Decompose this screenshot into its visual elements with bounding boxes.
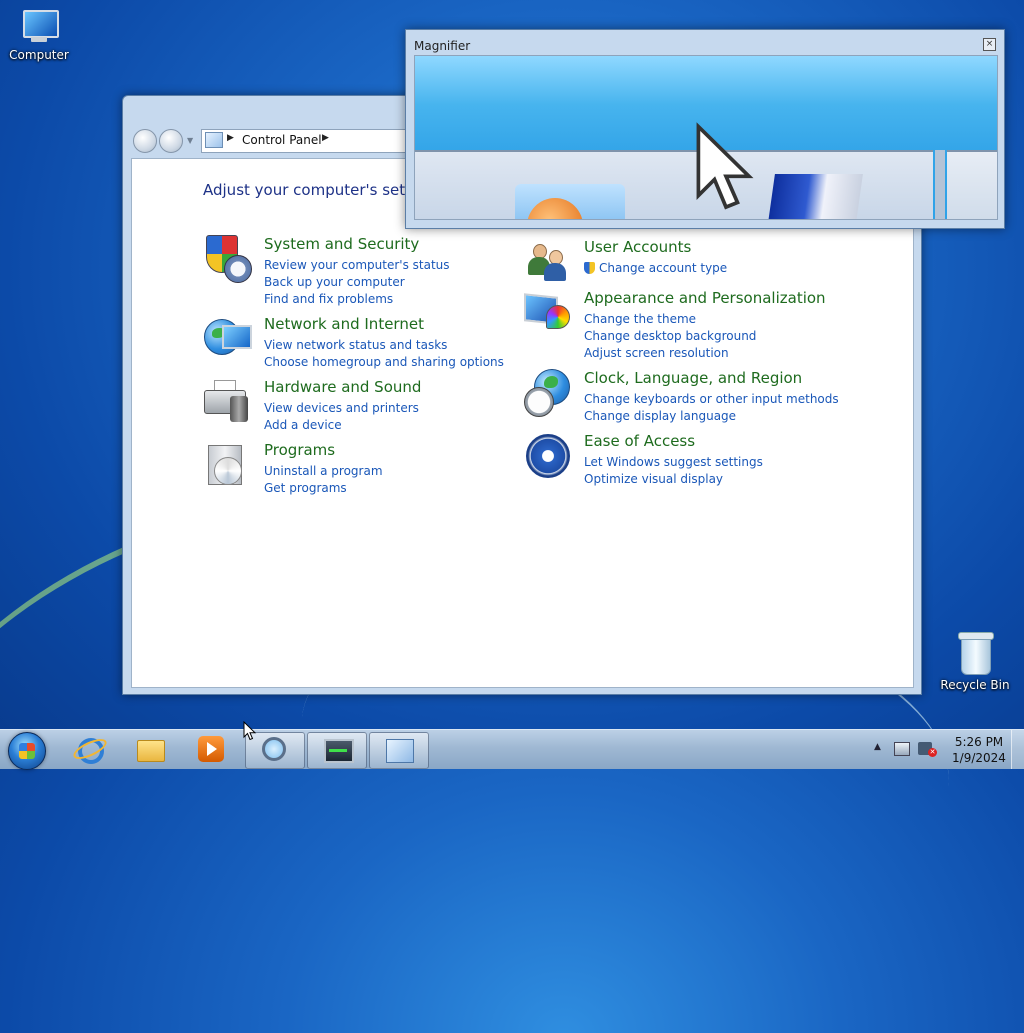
- category-title[interactable]: Network and Internet: [264, 315, 424, 333]
- taskbar: ▲ ✕ 5:26 PM 1/9/2024: [0, 729, 1024, 770]
- windows-explorer-icon: [137, 740, 165, 762]
- network-icon[interactable]: [894, 742, 910, 756]
- window-title: Magnifier: [414, 39, 471, 53]
- globe-clock-icon[interactable]: [524, 369, 572, 417]
- page-title: Adjust your computer's settin: [203, 181, 425, 199]
- category-title[interactable]: Appearance and Personalization: [584, 289, 826, 307]
- ease-of-access-icon[interactable]: [524, 432, 572, 480]
- magnifier-window[interactable]: Magnifier ×: [405, 29, 1005, 229]
- category-title[interactable]: Clock, Language, and Region: [584, 369, 802, 387]
- category-link[interactable]: Uninstall a program: [264, 463, 383, 480]
- category-link[interactable]: Change keyboards or other input methods: [584, 391, 839, 408]
- show-desktop-button[interactable]: [1011, 730, 1024, 769]
- category-link[interactable]: Find and fix problems: [264, 291, 450, 308]
- category-link[interactable]: Choose homegroup and sharing options: [264, 354, 504, 371]
- taskbar-windows-explorer[interactable]: [121, 732, 179, 767]
- breadcrumb-arrow-icon[interactable]: ▶: [227, 133, 234, 143]
- magnifier-icon: [262, 737, 286, 761]
- recycle-bin-icon: [958, 632, 994, 675]
- mute-badge-icon: ✕: [928, 748, 937, 757]
- printer-speaker-icon[interactable]: [204, 378, 252, 426]
- category-link[interactable]: View devices and printers: [264, 400, 419, 417]
- magnified-view: [414, 55, 998, 220]
- category-link[interactable]: Review your computer's status: [264, 257, 450, 274]
- desktop-icon-label: Recycle Bin: [940, 678, 1010, 692]
- control-panel-icon: [205, 132, 223, 148]
- users-icon[interactable]: [524, 238, 572, 286]
- start-button[interactable]: [8, 732, 46, 770]
- category-link-label: Change account type: [599, 261, 728, 275]
- windows-logo-icon: [19, 743, 35, 759]
- category-link[interactable]: Adjust screen resolution: [584, 345, 756, 362]
- uac-shield-icon: [584, 262, 595, 274]
- breadcrumb-control-panel[interactable]: Control Panel: [242, 133, 322, 147]
- taskbar-task-manager[interactable]: [307, 732, 367, 769]
- clock-time: 5:26 PM: [954, 735, 1004, 749]
- category-link[interactable]: Optimize visual display: [584, 471, 763, 488]
- desktop-icon-recycle-bin[interactable]: Recycle Bin: [939, 632, 1011, 692]
- magnified-cursor-icon: [696, 122, 754, 210]
- taskbar-internet-explorer[interactable]: [60, 732, 118, 767]
- task-manager-icon: [324, 739, 354, 763]
- category-title[interactable]: System and Security: [264, 235, 419, 253]
- forward-button[interactable]: [159, 129, 183, 153]
- mouse-cursor-icon: [243, 721, 257, 741]
- category-link[interactable]: Change the theme: [584, 311, 756, 328]
- back-button[interactable]: [133, 129, 157, 153]
- security-shield-icon[interactable]: [204, 235, 252, 283]
- show-hidden-icons-icon[interactable]: ▲: [874, 742, 881, 752]
- control-panel-content: Adjust your computer's settin System and…: [131, 158, 914, 688]
- category-link[interactable]: Change display language: [584, 408, 839, 425]
- breadcrumb-arrow-icon[interactable]: ▶: [322, 133, 329, 143]
- system-clock[interactable]: 5:26 PM 1/9/2024: [944, 734, 1014, 766]
- category-title[interactable]: Ease of Access: [584, 432, 695, 450]
- category-link[interactable]: Add a device: [264, 417, 419, 434]
- category-link[interactable]: Change account type: [584, 260, 727, 277]
- category-title[interactable]: Programs: [264, 441, 335, 459]
- desktop-icon-computer[interactable]: Computer: [3, 10, 75, 62]
- monitor-palette-icon[interactable]: [524, 289, 572, 337]
- category-title[interactable]: Hardware and Sound: [264, 378, 421, 396]
- control-panel-icon: [386, 739, 414, 763]
- taskbar-media-player[interactable]: [182, 732, 240, 767]
- taskbar-control-panel[interactable]: [369, 732, 429, 769]
- category-link[interactable]: Back up your computer: [264, 274, 450, 291]
- category-link[interactable]: Let Windows suggest settings: [584, 454, 763, 471]
- close-icon[interactable]: ×: [983, 38, 996, 51]
- notification-area: ▲ ✕ 5:26 PM 1/9/2024: [864, 730, 1024, 769]
- programs-box-icon[interactable]: [204, 441, 252, 489]
- category-link[interactable]: Change desktop background: [584, 328, 756, 345]
- computer-icon: [19, 10, 59, 44]
- media-player-icon: [198, 736, 224, 762]
- category-link[interactable]: View network status and tasks: [264, 337, 504, 354]
- category-title[interactable]: User Accounts: [584, 238, 691, 256]
- clock-date: 1/9/2024: [952, 751, 1006, 765]
- network-globe-icon[interactable]: [204, 315, 252, 363]
- category-link[interactable]: Get programs: [264, 480, 383, 497]
- desktop-icon-label: Computer: [9, 48, 69, 62]
- recent-pages-chevron-icon[interactable]: ▼: [187, 136, 193, 145]
